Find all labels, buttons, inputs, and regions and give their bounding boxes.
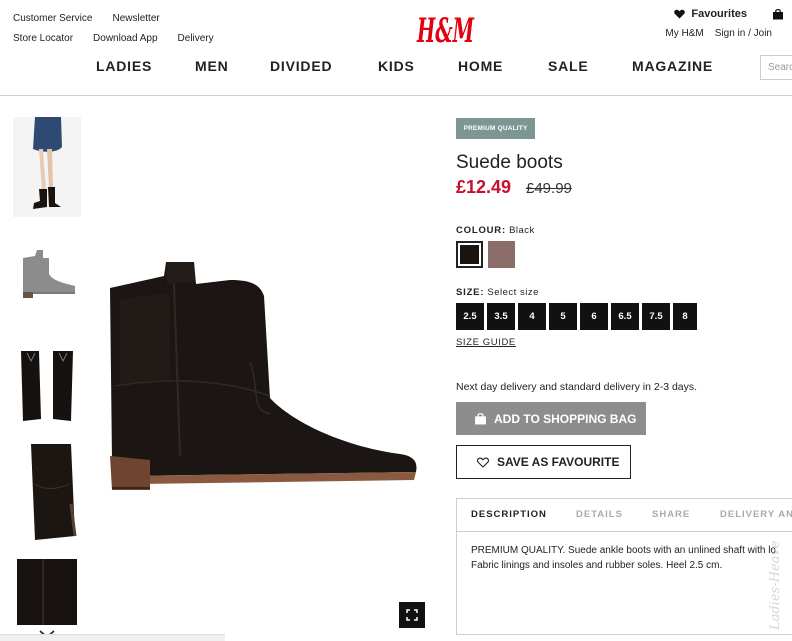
favourites-label: Favourites <box>691 8 747 20</box>
size-button-3-5[interactable]: 3.5 <box>487 303 515 330</box>
download-app-link[interactable]: Download App <box>93 33 158 44</box>
size-guide-link[interactable]: SIZE GUIDE <box>456 337 516 348</box>
utility-links: Customer Service Newsletter Store Locato… <box>13 8 234 48</box>
product-main-image[interactable] <box>100 250 420 500</box>
main-navigation: LADIES MEN DIVIDED KIDS HOME SALE MAGAZI… <box>0 58 792 78</box>
header-divider <box>0 95 792 96</box>
thumbnail-scroll-area[interactable] <box>0 634 225 641</box>
size-button-8[interactable]: 8 <box>673 303 697 330</box>
colour-label: COLOUR: <box>456 225 506 236</box>
swatch-black-fill <box>460 245 479 264</box>
thumbnail-detail[interactable] <box>13 444 81 540</box>
delivery-link[interactable]: Delivery <box>178 33 214 44</box>
thumbnail-side-grey[interactable] <box>13 244 81 304</box>
swatch-mole[interactable] <box>488 241 515 268</box>
tab-description[interactable]: DESCRIPTION <box>471 509 547 520</box>
my-hm-link[interactable]: My H&M <box>665 28 703 39</box>
store-locator-link[interactable]: Store Locator <box>13 33 73 44</box>
logo-text: H&M <box>416 11 474 48</box>
nav-ladies[interactable]: LADIES <box>96 58 152 74</box>
heart-filled-icon <box>674 9 686 19</box>
thumbnail-shaft[interactable] <box>13 555 81 625</box>
size-value: Select size <box>487 287 539 298</box>
product-title: Suede boots <box>456 152 563 173</box>
add-to-bag-button[interactable]: ADD TO SHOPPING BAG <box>456 402 646 435</box>
tab-details[interactable]: DETAILS <box>576 509 623 520</box>
customer-service-link[interactable]: Customer Service <box>13 13 92 24</box>
size-button-6-5[interactable]: 6.5 <box>611 303 639 330</box>
swatch-mole-fill <box>488 241 515 268</box>
add-to-bag-label: ADD TO SHOPPING BAG <box>494 411 637 426</box>
expand-icon <box>406 609 418 621</box>
hm-logo[interactable]: H&M <box>416 8 476 51</box>
size-button-2-5[interactable]: 2.5 <box>456 303 484 330</box>
fullscreen-button[interactable] <box>399 602 425 628</box>
description-text: PREMIUM QUALITY. Suede ankle boots with … <box>471 543 792 573</box>
colour-label-row: COLOUR: Black <box>456 225 535 236</box>
nav-kids[interactable]: KIDS <box>378 58 415 74</box>
premium-quality-badge: PREMIUM QUALITY <box>456 118 535 139</box>
sign-in-link[interactable]: Sign in / Join <box>715 28 772 39</box>
favourites-link[interactable]: Favourites <box>674 8 747 20</box>
nav-magazine[interactable]: MAGAZINE <box>632 58 713 74</box>
heart-outline-icon <box>477 457 489 468</box>
description-line-2: Fabric linings and insoles and rubber so… <box>471 560 723 571</box>
thumbnail-model[interactable] <box>13 117 81 217</box>
size-button-5[interactable]: 5 <box>549 303 577 330</box>
nav-sale[interactable]: SALE <box>548 58 589 74</box>
save-favourite-button[interactable]: SAVE AS FAVOURITE <box>456 445 631 479</box>
size-label-row: SIZE: Select size <box>456 287 539 298</box>
product-info-tabs: DESCRIPTION DETAILS SHARE DELIVERY AN PR… <box>456 498 792 635</box>
swatch-black[interactable] <box>456 241 483 268</box>
delivery-note: Next day delivery and standard delivery … <box>456 381 698 393</box>
nav-home[interactable]: HOME <box>458 58 503 74</box>
size-label: SIZE: <box>456 287 485 298</box>
save-favourite-label: SAVE AS FAVOURITE <box>497 455 620 469</box>
nav-men[interactable]: MEN <box>195 58 229 74</box>
newsletter-link[interactable]: Newsletter <box>112 13 159 24</box>
original-price: £49.99 <box>526 180 572 197</box>
tab-bar: DESCRIPTION DETAILS SHARE DELIVERY AN <box>457 499 792 532</box>
size-button-7-5[interactable]: 7.5 <box>642 303 670 330</box>
size-button-6[interactable]: 6 <box>580 303 608 330</box>
current-price: £12.49 <box>456 177 512 197</box>
description-line-1: PREMIUM QUALITY. Suede ankle boots with … <box>471 545 776 556</box>
colour-value: Black <box>509 225 535 236</box>
thumbnail-pair[interactable] <box>13 345 81 425</box>
nav-divided[interactable]: DIVIDED <box>270 58 332 74</box>
shopping-bag-icon[interactable] <box>772 8 784 23</box>
tab-share[interactable]: SHARE <box>652 509 690 520</box>
size-button-4[interactable]: 4 <box>518 303 546 330</box>
watermark: Ladies-Heaven <box>768 540 783 630</box>
tab-delivery[interactable]: DELIVERY AN <box>720 509 792 520</box>
shopping-bag-icon <box>475 413 486 425</box>
search-input[interactable]: Search <box>760 55 792 80</box>
